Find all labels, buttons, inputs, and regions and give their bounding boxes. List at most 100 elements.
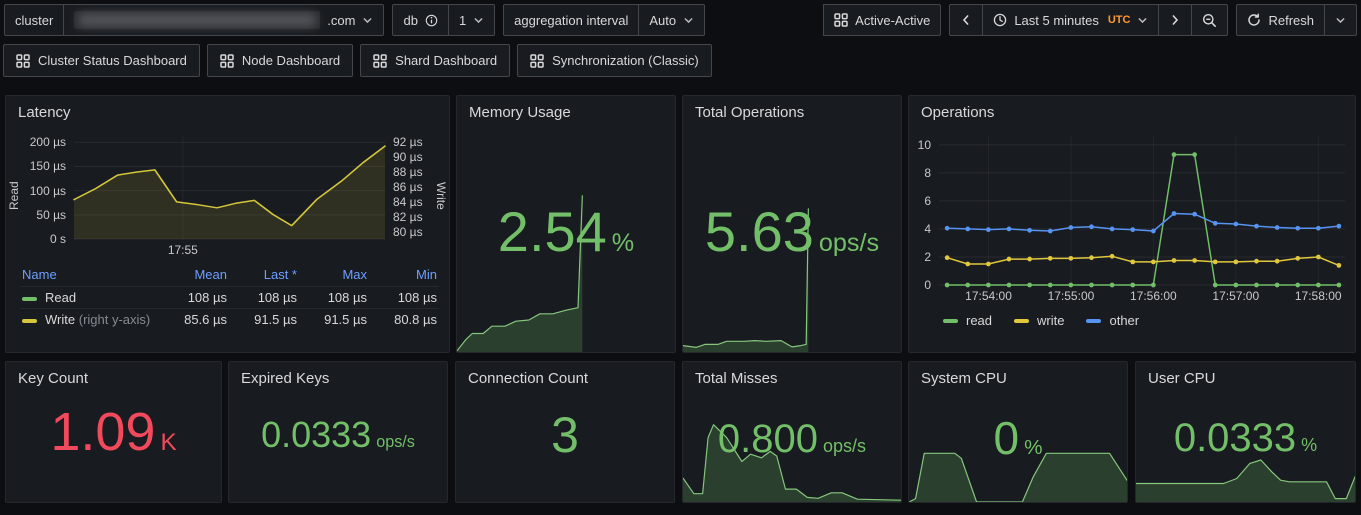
link-cluster-status-dashboard[interactable]: Cluster Status Dashboard xyxy=(3,44,200,77)
series-color-swatch xyxy=(1086,318,1102,323)
zoom-out-button[interactable] xyxy=(1192,4,1229,36)
legend-series-read[interactable]: Read xyxy=(20,286,159,309)
legend-write-note: (right y-axis) xyxy=(78,312,151,327)
panel-title-latency[interactable]: Latency xyxy=(6,96,449,121)
clock-icon xyxy=(993,13,1007,27)
aggregation-variable-label: aggregation interval xyxy=(503,4,640,36)
system-cpu-stat: 0% xyxy=(993,411,1043,464)
db-label-text: db xyxy=(403,12,418,28)
expired-keys-stat: 0.0333 ops/s xyxy=(261,413,415,455)
connection-count-stat: 3 xyxy=(551,406,579,463)
panel-expired-keys: Expired Keys 0.0333 ops/s xyxy=(228,361,448,503)
panel-title-total-operations[interactable]: Total Operations xyxy=(683,96,901,121)
aggregation-value: Auto xyxy=(649,12,677,28)
latency-left-axis-ticks: 200 µs 150 µs 100 µs 50 µs 0 s xyxy=(29,135,66,246)
legend-read-min: 108 µs xyxy=(369,286,439,309)
legend-read-mean: 108 µs xyxy=(159,286,229,309)
latency-x-axis-ticks: 17:55 xyxy=(167,243,198,257)
chevron-right-icon xyxy=(1169,14,1181,26)
refresh-interval-dropdown[interactable] xyxy=(1325,4,1357,36)
cluster-label-text: cluster xyxy=(15,12,54,28)
refresh-button[interactable]: Refresh xyxy=(1236,4,1325,36)
aggregation-variable-select[interactable]: Auto xyxy=(639,4,706,36)
latency-left-axis-label: Read xyxy=(7,181,21,211)
apps-icon xyxy=(373,53,387,68)
apps-icon xyxy=(16,53,30,68)
active-active-link[interactable]: Active-Active xyxy=(823,4,942,36)
operations-legend: read write other xyxy=(943,313,1355,328)
operations-chart[interactable]: 10 8 6 4 2 0 17:54:00 17:55:00 17:56:00 17:57:00… xyxy=(909,135,1355,303)
operations-x-axis-ticks: 17:54:00 17:55:00 17:56:00 17:57:00 17:58:00 xyxy=(965,289,1342,303)
key-count-stat: 1.09 K xyxy=(50,402,177,462)
time-shift-forward-button[interactable] xyxy=(1159,4,1193,36)
legend-read-max: 108 µs xyxy=(299,286,369,309)
panel-title-operations[interactable]: Operations xyxy=(909,96,1355,121)
link-label: Node Dashboard xyxy=(241,53,341,68)
panel-total-misses: Total Misses 0.800 ops/s xyxy=(682,361,902,503)
legend-item-write[interactable]: write xyxy=(1014,313,1064,328)
apps-icon xyxy=(530,53,544,68)
chevron-down-icon xyxy=(362,15,373,26)
legend-write-mean: 85.6 µs xyxy=(159,308,229,330)
apps-icon xyxy=(834,13,848,27)
panel-system-cpu: System CPU 0% xyxy=(908,361,1128,503)
zoom-out-icon xyxy=(1202,13,1217,28)
series-color-swatch xyxy=(1014,318,1030,323)
panel-title-user-cpu[interactable]: User CPU xyxy=(1136,362,1355,387)
legend-row-write: Write (right y-axis) 85.6 µs 91.5 µs 91.… xyxy=(20,308,439,330)
latency-plot-area: 17:55 xyxy=(73,135,386,257)
info-circle-icon xyxy=(425,14,438,27)
total-operations-stat: 5.63 ops/s xyxy=(704,199,880,263)
time-range-label: Last 5 minutes xyxy=(1014,12,1099,28)
cluster-variable-select[interactable]: .com xyxy=(64,4,385,36)
legend-write-last: 91.5 µs xyxy=(229,308,299,330)
user-cpu-stat: 0.0333% xyxy=(1173,415,1318,460)
link-node-dashboard[interactable]: Node Dashboard xyxy=(206,44,354,77)
link-label: Shard Dashboard xyxy=(395,53,498,68)
link-shard-dashboard[interactable]: Shard Dashboard xyxy=(360,44,511,77)
legend-series-write[interactable]: Write (right y-axis) xyxy=(20,308,159,330)
db-value: 1 xyxy=(458,12,467,28)
cluster-value-redacted xyxy=(74,11,321,29)
legend-item-other[interactable]: other xyxy=(1086,313,1139,328)
panel-title-connection-count[interactable]: Connection Count xyxy=(456,362,674,387)
panel-title-expired-keys[interactable]: Expired Keys xyxy=(229,362,447,387)
active-active-link-group: Active-Active xyxy=(823,4,942,36)
legend-header-name[interactable]: Name xyxy=(20,265,159,287)
chevron-down-icon xyxy=(1137,15,1148,26)
db-variable-label: db xyxy=(392,4,449,36)
panel-total-operations: Total Operations 5.63 ops/s xyxy=(682,95,902,353)
panel-title-key-count[interactable]: Key Count xyxy=(6,362,221,387)
link-synchronization-classic[interactable]: Synchronization (Classic) xyxy=(517,44,712,77)
chevron-down-icon xyxy=(683,15,694,26)
panel-title-memory-usage[interactable]: Memory Usage xyxy=(457,96,675,121)
latency-chart[interactable]: Read 200 µs 150 µs 100 µs 50 µs 0 s 17:55 92… xyxy=(6,135,449,257)
active-active-label: Active-Active xyxy=(855,12,931,28)
db-variable-select[interactable]: 1 xyxy=(448,4,496,36)
series-color-swatch xyxy=(22,318,37,323)
link-label: Cluster Status Dashboard xyxy=(38,53,187,68)
chevron-down-icon xyxy=(1335,15,1346,26)
panel-operations: Operations 10 8 6 4 2 0 17:54:00 17:55:00 17:56… xyxy=(908,95,1356,353)
series-color-swatch xyxy=(22,296,37,301)
refresh-label: Refresh xyxy=(1268,12,1314,28)
time-shift-back-button[interactable] xyxy=(949,4,984,36)
legend-header-last[interactable]: Last * xyxy=(229,265,299,287)
legend-header-max[interactable]: Max xyxy=(299,265,369,287)
panel-title-system-cpu[interactable]: System CPU xyxy=(909,362,1127,387)
panel-title-total-misses[interactable]: Total Misses xyxy=(683,362,901,387)
legend-header-min[interactable]: Min xyxy=(369,265,439,287)
apps-icon xyxy=(220,53,234,68)
cluster-variable: cluster .com xyxy=(4,4,385,36)
dashboard-links-row: Cluster Status Dashboard Node Dashboard … xyxy=(3,44,1357,77)
time-range-picker[interactable]: Last 5 minutes UTC xyxy=(983,4,1160,36)
aggregation-variable: aggregation interval Auto xyxy=(503,4,706,36)
operations-y-axis-ticks: 10 8 6 4 2 0 xyxy=(917,137,931,292)
operations-plot-area: 17:54:00 17:55:00 17:56:00 17:57:00 17:58:00 xyxy=(939,135,1345,303)
legend-header-mean[interactable]: Mean xyxy=(159,265,229,287)
memory-usage-stat: 2.54% xyxy=(497,199,635,263)
panel-key-count: Key Count 1.09 K xyxy=(5,361,222,503)
panel-latency: Latency Read 200 µs 150 µs 100 µs 50 µs 0 s … xyxy=(5,95,450,353)
panel-user-cpu: User CPU 0.0333% xyxy=(1135,361,1356,503)
legend-item-read[interactable]: read xyxy=(943,313,992,328)
